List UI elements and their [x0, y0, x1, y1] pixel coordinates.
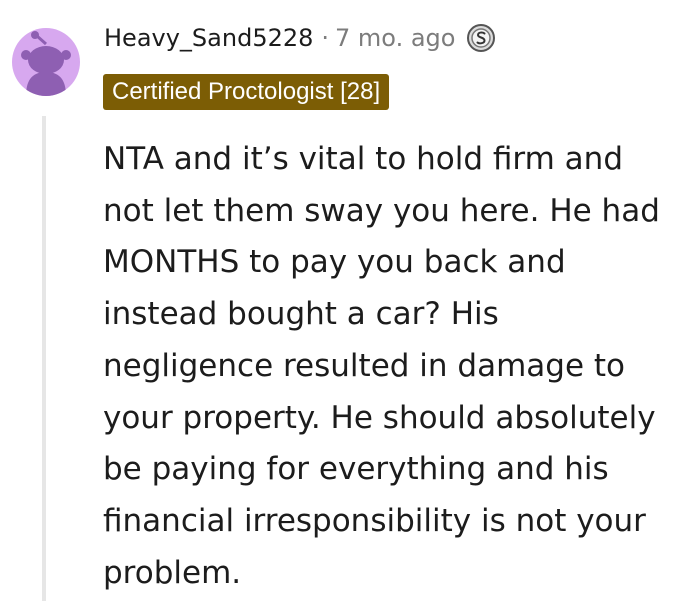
comment-meta: Heavy_Sand5228 · 7 mo. ago — [104, 20, 497, 56]
comment-body: NTA and it’s vital to hold firm and not … — [103, 134, 698, 599]
comment-body-line: your property. He should absolutely — [103, 399, 656, 436]
comment-body-line: not let them sway you here. He had — [103, 192, 660, 229]
timestamp[interactable]: 7 mo. ago — [335, 24, 455, 52]
comment-body-line: negligence resulted in damage to — [103, 347, 626, 384]
comment-body-line: instead bought a car? His — [103, 296, 499, 333]
comment-body-line: financial irresponsibility is not your — [103, 502, 646, 539]
comment-body-line: be paying for everything and his — [103, 451, 609, 488]
avatar[interactable] — [12, 28, 80, 96]
snoo-avatar-icon — [21, 31, 71, 96]
comment: Heavy_Sand5228 · 7 mo. ago Certified Pro… — [0, 0, 700, 601]
user-flair: Certified Proctologist [28] — [103, 74, 390, 110]
comment-body-line: MONTHS to pay you back and — [103, 244, 566, 281]
username[interactable]: Heavy_Sand5228 — [104, 24, 313, 52]
silver-award-icon[interactable] — [465, 22, 497, 54]
comment-body-line: problem. — [103, 554, 242, 591]
meta-separator: · — [321, 24, 330, 52]
thread-line[interactable] — [42, 116, 46, 601]
comment-body-line: NTA and it’s vital to hold firm and — [103, 141, 623, 177]
